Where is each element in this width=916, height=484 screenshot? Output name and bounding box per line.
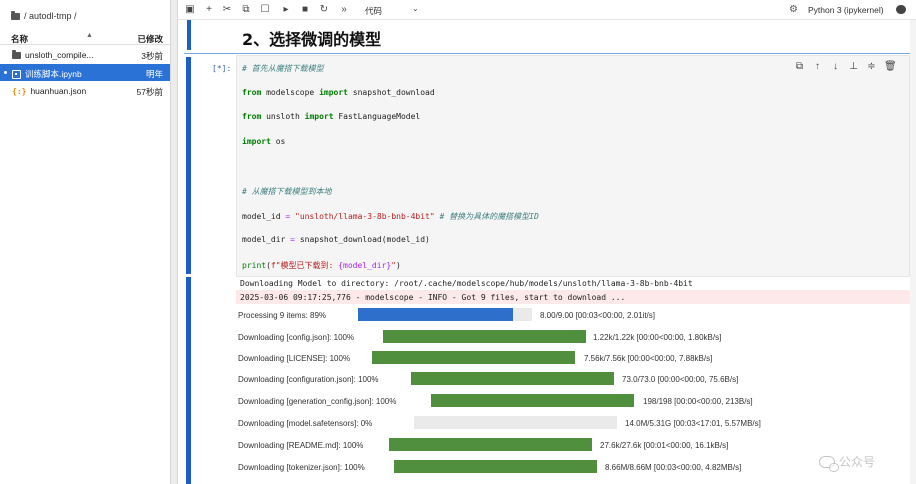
breadcrumb-path[interactable]: / autodl-tmp /	[24, 11, 77, 21]
code-line: from modelscope import snapshot_download	[242, 88, 435, 97]
output-collapser[interactable]	[186, 277, 191, 484]
progress-label: Downloading [tokenizer.json]: 100%	[238, 463, 365, 472]
file-browser: / autodl-tmp / 名称 ▲ 已修改 unsloth_compile.…	[0, 0, 170, 484]
run-icon[interactable]: ▸	[280, 4, 292, 15]
code-editor[interactable]: # 首先从魔搭下载模型 from modelscope import snaps…	[236, 55, 910, 277]
progress-stats: 8.66M/8.66M [00:03<00:00, 4.82MB/s]	[605, 463, 742, 472]
progress-stats: 198/198 [00:00<00:00, 213B/s]	[643, 397, 753, 406]
progress-label: Downloading [model.safetensors]: 0%	[238, 419, 373, 428]
code-line: # 从魔搭下载模型到本地	[242, 187, 332, 196]
progress-stats: 73.0/73.0 [00:00<00:00, 75.6B/s]	[622, 375, 739, 384]
input-collapser[interactable]	[186, 57, 191, 274]
chevron-down-icon[interactable]: ⌄	[412, 4, 419, 13]
execution-prompt: [*]:	[212, 64, 232, 73]
progress-stats: 1.22k/1.22k [00:00<00:00, 1.80kB/s]	[593, 333, 722, 342]
cell-toolbar: ⧉ ↑ ↓ ⊥ ≑ 🗑	[794, 61, 897, 72]
scrollbar[interactable]	[910, 20, 916, 484]
progress-track	[394, 460, 597, 473]
code-line: from unsloth import FastLanguageModel	[242, 112, 421, 121]
progress-stats: 7.56k/7.56k [00:00<00:00, 7.88kB/s]	[584, 354, 713, 363]
move-up-icon[interactable]: ↑	[812, 61, 823, 72]
delete-icon[interactable]: 🗑	[884, 61, 897, 72]
notebook-toolbar: ▣ + ✂ ⧉ ☐ ▸ ■ ↻ » 代码 ⌄ ⚙ Python 3 (ipyke…	[178, 0, 916, 20]
progress-label: Downloading [generation_config.json]: 10…	[238, 397, 397, 406]
sort-ascending-icon[interactable]: ▲	[86, 32, 93, 39]
progress-track	[414, 416, 617, 429]
progress-fill	[394, 460, 597, 473]
panel-splitter[interactable]	[170, 0, 178, 484]
progress-fill	[411, 372, 614, 385]
save-icon[interactable]: ▣	[184, 4, 196, 15]
progress-track	[372, 351, 575, 364]
file-name: 训练脚本.ipynb	[25, 69, 82, 79]
cut-icon[interactable]: ✂	[221, 4, 233, 15]
watermark: 公众号	[819, 453, 876, 472]
progress-track	[431, 394, 634, 407]
column-modified-header[interactable]: 已修改	[137, 33, 163, 45]
progress-track	[358, 308, 532, 321]
insert-below-icon[interactable]: ⊥	[848, 61, 859, 72]
progress-stats: 14.0M/5.31G [00:03<17:01, 5.57MB/s]	[625, 419, 761, 428]
progress-label: Downloading [config.json]: 100%	[238, 333, 355, 342]
code-line: # 首先从魔搭下载模型	[242, 64, 324, 73]
folder-icon	[12, 49, 21, 59]
progress-label: Processing 9 items: 89%	[238, 311, 327, 320]
paste-icon[interactable]: ☐	[259, 4, 271, 15]
duplicate-icon[interactable]: ⧉	[794, 61, 805, 72]
column-name-header[interactable]: 名称	[11, 33, 28, 45]
kernel-name[interactable]: Python 3 (ipykernel)	[808, 5, 884, 15]
file-name: huanhuan.json	[30, 86, 87, 96]
file-list-header: 名称 ▲ 已修改	[0, 30, 170, 45]
progress-fill	[431, 394, 634, 407]
progress-label: Downloading [README.md]: 100%	[238, 441, 364, 450]
kernel-busy-icon	[896, 5, 906, 14]
stderr-text: 2025-03-06 09:17:25,776 - modelscope - I…	[240, 293, 626, 302]
add-cell-icon[interactable]: +	[203, 4, 215, 15]
file-name: unsloth_compile...	[25, 50, 94, 60]
wechat-icon	[819, 455, 839, 472]
file-modified: 明年	[145, 69, 163, 79]
progress-fill	[383, 330, 586, 343]
copy-icon[interactable]: ⧉	[240, 4, 252, 15]
cell-collapser[interactable]	[187, 20, 191, 50]
progress-fill	[358, 308, 513, 321]
file-list-item[interactable]: unsloth_compile... 3秒前	[0, 46, 170, 63]
code-line: model_id = "unsloth/llama-3-8b-bnb-4bit"…	[242, 212, 539, 221]
markdown-heading: 2、选择微调的模型	[242, 30, 382, 49]
code-line: print(f"模型已下载到: {model_dir}")	[242, 261, 401, 270]
json-icon: {:}	[12, 86, 27, 96]
restart-icon[interactable]: ↻	[318, 4, 330, 15]
cell-type-select[interactable]: 代码	[365, 5, 382, 17]
progress-track	[383, 330, 586, 343]
progress-stats: 27.6k/27.6k [00:01<00:00, 16.1kB/s]	[600, 441, 729, 450]
notebook-icon	[12, 69, 21, 79]
file-list-item[interactable]: {:} huanhuan.json 57秒前	[0, 82, 170, 99]
progress-stats: 8.00/9.00 [00:03<00:00, 2.01it/s]	[540, 311, 655, 320]
stop-icon[interactable]: ■	[299, 4, 311, 15]
notebook-panel: 2、选择微调的模型 [*]: # 首先从魔搭下载模型 from modelsco…	[178, 20, 916, 484]
gear-icon[interactable]: ⚙	[789, 4, 798, 15]
file-list-item-selected[interactable]: 训练脚本.ipynb 明年	[0, 64, 170, 81]
file-modified: 57秒前	[136, 87, 163, 97]
folder-icon	[11, 10, 20, 20]
code-line: model_dir = snapshot_download(model_id)	[242, 235, 430, 244]
running-indicator-icon	[4, 71, 7, 74]
watermark-text: 公众号	[839, 455, 876, 469]
progress-track	[389, 438, 592, 451]
progress-label: Downloading [LICENSE]: 100%	[238, 354, 351, 363]
format-icon[interactable]: ≑	[866, 61, 877, 72]
breadcrumb[interactable]: / autodl-tmp /	[11, 10, 77, 21]
progress-track	[411, 372, 614, 385]
move-down-icon[interactable]: ↓	[830, 61, 841, 72]
stdout-text: Downloading Model to directory: /root/.c…	[240, 279, 693, 288]
progress-fill	[372, 351, 575, 364]
file-modified: 3秒前	[141, 51, 163, 61]
progress-fill	[389, 438, 592, 451]
run-all-icon[interactable]: »	[338, 4, 350, 15]
progress-label: Downloading [configuration.json]: 100%	[238, 375, 379, 384]
code-line: import os	[242, 137, 286, 146]
